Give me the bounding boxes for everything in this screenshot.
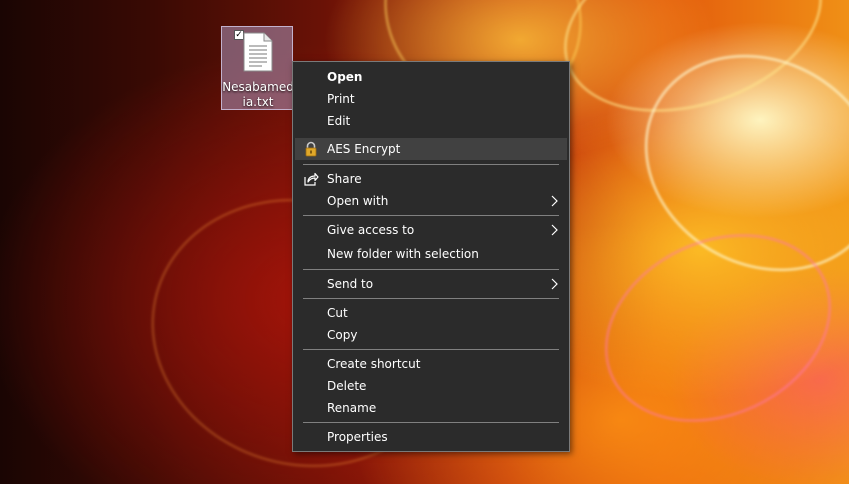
menu-item-label: Open with xyxy=(327,194,389,208)
menu-item-new-folder-with-selection[interactable]: New folder with selection xyxy=(295,243,567,265)
menu-separator xyxy=(303,298,559,299)
menu-item-open[interactable]: Open xyxy=(295,66,567,88)
menu-item-open-with[interactable]: Open with xyxy=(295,190,567,212)
menu-item-label: Open xyxy=(327,70,363,84)
menu-item-label: Give access to xyxy=(327,223,415,237)
menu-item-aes-encrypt[interactable]: AES Encrypt xyxy=(295,138,567,160)
file-name-label: Nesabamedia.txt xyxy=(222,80,294,109)
chevron-right-icon xyxy=(551,278,558,290)
menu-item-label: Share xyxy=(327,172,362,186)
menu-item-label: Create shortcut xyxy=(327,357,421,371)
menu-item-label: Copy xyxy=(327,328,358,342)
menu-item-label: Rename xyxy=(327,401,377,415)
menu-item-label: Edit xyxy=(327,114,351,128)
share-icon xyxy=(304,172,319,186)
menu-item-give-access-to[interactable]: Give access to xyxy=(295,219,567,241)
menu-item-send-to[interactable]: Send to xyxy=(295,273,567,295)
context-menu: Open Print Edit AES Encrypt Share Open w… xyxy=(292,61,570,452)
menu-item-label: New folder with selection xyxy=(327,247,479,261)
desktop-file-nesabamedia[interactable]: ✓ Nesabamedia.txt xyxy=(221,26,294,110)
menu-separator xyxy=(303,422,559,423)
menu-separator xyxy=(303,215,559,216)
menu-item-label: Delete xyxy=(327,379,367,393)
menu-item-create-shortcut[interactable]: Create shortcut xyxy=(295,353,567,375)
menu-separator xyxy=(303,164,559,165)
menu-item-properties[interactable]: Properties xyxy=(295,426,567,448)
menu-item-label: Properties xyxy=(327,430,388,444)
menu-item-share[interactable]: Share xyxy=(295,168,567,190)
menu-item-copy[interactable]: Copy xyxy=(295,324,567,346)
menu-item-delete[interactable]: Delete xyxy=(295,375,567,397)
chevron-right-icon xyxy=(551,224,558,236)
menu-item-label: Print xyxy=(327,92,355,106)
menu-item-print[interactable]: Print xyxy=(295,88,567,110)
menu-item-rename[interactable]: Rename xyxy=(295,397,567,419)
menu-item-label: Send to xyxy=(327,277,374,291)
menu-separator xyxy=(303,349,559,350)
menu-item-edit[interactable]: Edit xyxy=(295,110,567,132)
text-file-icon xyxy=(243,32,273,72)
menu-separator xyxy=(303,269,559,270)
menu-item-label: Cut xyxy=(327,306,348,320)
chevron-right-icon xyxy=(551,195,558,207)
menu-item-cut[interactable]: Cut xyxy=(295,302,567,324)
lock-icon xyxy=(305,141,317,157)
menu-item-label: AES Encrypt xyxy=(327,142,401,156)
